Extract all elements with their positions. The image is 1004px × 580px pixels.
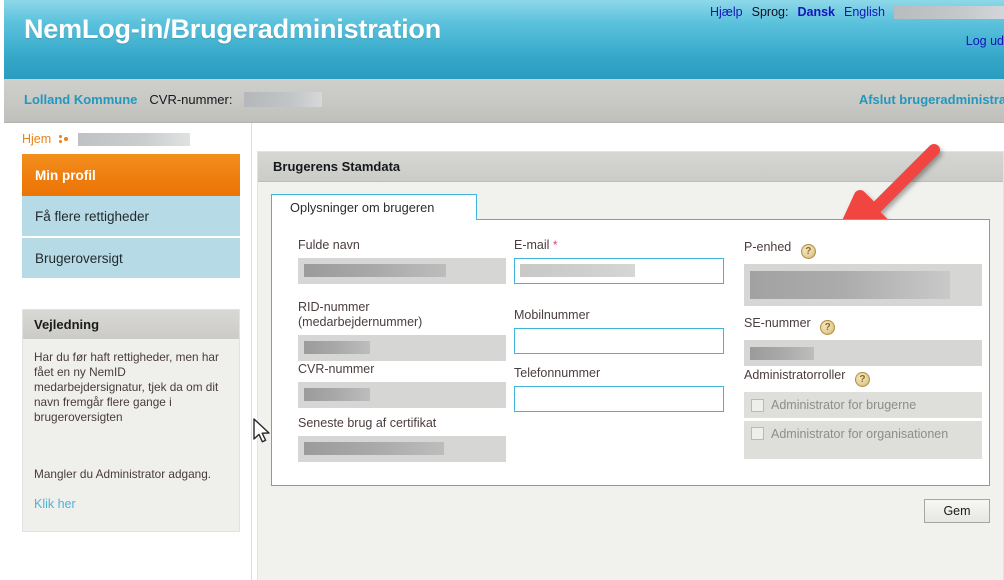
organisation-name: Lolland Kommune <box>24 92 138 107</box>
top-header: NemLog-in/Brugeradministration Hjælp Spr… <box>4 0 1004 79</box>
redacted-se-nummer <box>750 346 814 360</box>
field-label-mobilnummer: Mobilnummer <box>514 308 590 322</box>
breadcrumb-separator-icon <box>59 134 70 145</box>
sidebar: Hjem Min profil Få flere rettigheder Bru… <box>4 123 252 580</box>
readonly-value-fulde-navn <box>298 257 506 284</box>
field-label-email: E-mail * <box>514 238 724 253</box>
header-utility-row: Hjælp Sprog: Dansk English <box>710 5 1004 19</box>
input-email[interactable] <box>514 257 724 284</box>
field-label-p-enhed: P-enhed ? <box>744 240 982 259</box>
administratorroller-label-text: Administratorroller <box>744 368 846 382</box>
field-rid-nummer: RID-nummer (medarbejdernummer) <box>298 300 506 361</box>
language-label: Sprog: <box>751 5 789 19</box>
language-danish-link[interactable]: Dansk <box>797 5 835 19</box>
redacted-seneste-brug <box>304 442 444 456</box>
required-marker-icon: * <box>552 238 558 252</box>
checkbox-label-administrator-brugerne: Administrator for brugerne <box>771 398 917 412</box>
guidance-body: Har du før haft rettigheder, men har fåe… <box>23 339 239 512</box>
field-label-se-nummer: SE-nummer ? <box>744 316 982 335</box>
tab-panel-oplysninger: Fulde navn RID-nummer (medarbejdernummer… <box>271 219 990 486</box>
redacted-rid-nummer <box>304 341 370 354</box>
breadcrumb: Hjem <box>22 132 191 146</box>
cvr-number-label: CVR-nummer: <box>149 92 233 107</box>
checkbox-administrator-organisationen[interactable] <box>751 427 764 440</box>
guidance-box: Vejledning Har du før haft rettigheder, … <box>22 309 240 532</box>
stamdata-panel: Brugerens Stamdata Oplysninger om bruger… <box>257 151 1004 580</box>
sidebar-item-brugeroversigt[interactable]: Brugeroversigt <box>22 238 240 280</box>
readonly-value-se-nummer <box>744 340 982 366</box>
field-label-cvr-nummer: CVR-nummer <box>298 362 375 376</box>
page-title: NemLog-in/Brugeradministration <box>24 14 442 44</box>
organisation-info: Lolland Kommune CVR-nummer: <box>24 92 323 107</box>
field-p-enhed: P-enhed ? <box>744 240 982 306</box>
field-label-telefonnummer: Telefonnummer <box>514 366 601 380</box>
field-cvr-nummer: CVR-nummer <box>298 362 506 408</box>
help-icon-p-enhed[interactable]: ? <box>800 244 816 259</box>
input-mobilnummer[interactable] <box>514 327 724 354</box>
field-label-fulde-navn: Fulde navn <box>298 238 360 252</box>
redacted-email-value <box>520 264 635 278</box>
help-icon-administratorroller[interactable]: ? <box>854 372 870 387</box>
field-label-seneste-brug: Seneste brug af certifikat <box>298 416 437 430</box>
guidance-click-here-link[interactable]: Klik her <box>34 496 228 512</box>
field-fulde-navn: Fulde navn <box>298 238 506 284</box>
body-wrapper: Hjem Min profil Få flere rettigheder Bru… <box>4 123 1004 580</box>
guidance-paragraph-1: Har du før haft rettigheder, men har fåe… <box>34 350 219 425</box>
redacted-cvr-nummer-field <box>304 388 370 402</box>
stamdata-tabs: Oplysninger om brugeren Fulde navn RID-n… <box>271 194 990 486</box>
p-enhed-label-text: P-enhed <box>744 240 792 254</box>
field-administratorroller: Administratorroller ? Administrator for … <box>744 368 982 462</box>
organisation-bar: Lolland Kommune CVR-nummer: Afslut bruge… <box>4 79 1004 123</box>
page-root: NemLog-in/Brugeradministration Hjælp Spr… <box>0 0 1004 580</box>
field-seneste-brug: Seneste brug af certifikat <box>298 416 506 462</box>
input-telefonnummer[interactable] <box>514 385 724 412</box>
redacted-breadcrumb-current <box>78 132 191 146</box>
tab-oplysninger-om-brugeren[interactable]: Oplysninger om brugeren <box>271 194 477 220</box>
sidebar-item-min-profil[interactable]: Min profil <box>22 154 240 196</box>
guidance-title: Vejledning <box>23 310 239 339</box>
field-email: E-mail * <box>514 238 724 284</box>
stamdata-panel-title: Brugerens Stamdata <box>258 152 1003 182</box>
redacted-fulde-navn <box>304 264 446 278</box>
redacted-cvr-number <box>244 92 323 107</box>
field-telefonnummer: Telefonnummer <box>514 366 724 412</box>
guidance-paragraph-2: Mangler du Administrator adgang. <box>34 467 212 482</box>
readonly-value-p-enhed <box>744 264 982 306</box>
checkbox-row-administrator-organisationen[interactable]: Administrator for organisationen <box>744 421 982 459</box>
stamdata-form: Fulde navn RID-nummer (medarbejdernummer… <box>272 220 989 485</box>
checkbox-label-administrator-organisationen: Administrator for organisationen <box>771 427 949 441</box>
help-icon-se-nummer[interactable]: ? <box>820 320 836 335</box>
logout-link[interactable]: Log ud <box>966 34 1004 48</box>
breadcrumb-home-link[interactable]: Hjem <box>22 132 51 146</box>
exit-user-administration-link[interactable]: Afslut brugeradministration <box>859 92 1004 107</box>
readonly-value-seneste-brug <box>298 435 506 462</box>
readonly-value-rid-nummer <box>298 334 506 361</box>
redacted-p-enhed <box>750 271 950 299</box>
readonly-value-cvr-nummer <box>298 381 506 408</box>
help-link[interactable]: Hjælp <box>710 5 743 19</box>
field-label-rid-nummer: RID-nummer (medarbejdernummer) <box>298 300 423 329</box>
field-label-administratorroller: Administratorroller ? <box>744 368 982 387</box>
field-se-nummer: SE-nummer ? <box>744 316 982 366</box>
redacted-user-name <box>894 5 1004 19</box>
checkbox-administrator-brugerne[interactable] <box>751 398 764 412</box>
main-content: Brugerens Stamdata Oplysninger om bruger… <box>253 123 1004 580</box>
language-english-link[interactable]: English <box>844 5 885 19</box>
checkbox-row-administrator-brugerne[interactable]: Administrator for brugerne <box>744 392 982 418</box>
sidebar-item-faa-flere-rettigheder[interactable]: Få flere rettigheder <box>22 196 240 238</box>
email-label-text: E-mail <box>514 238 550 252</box>
se-nummer-label-text: SE-nummer <box>744 316 811 330</box>
save-button[interactable]: Gem <box>924 499 990 523</box>
field-mobilnummer: Mobilnummer <box>514 308 724 354</box>
sidebar-nav: Min profil Få flere rettigheder Brugerov… <box>22 154 240 280</box>
